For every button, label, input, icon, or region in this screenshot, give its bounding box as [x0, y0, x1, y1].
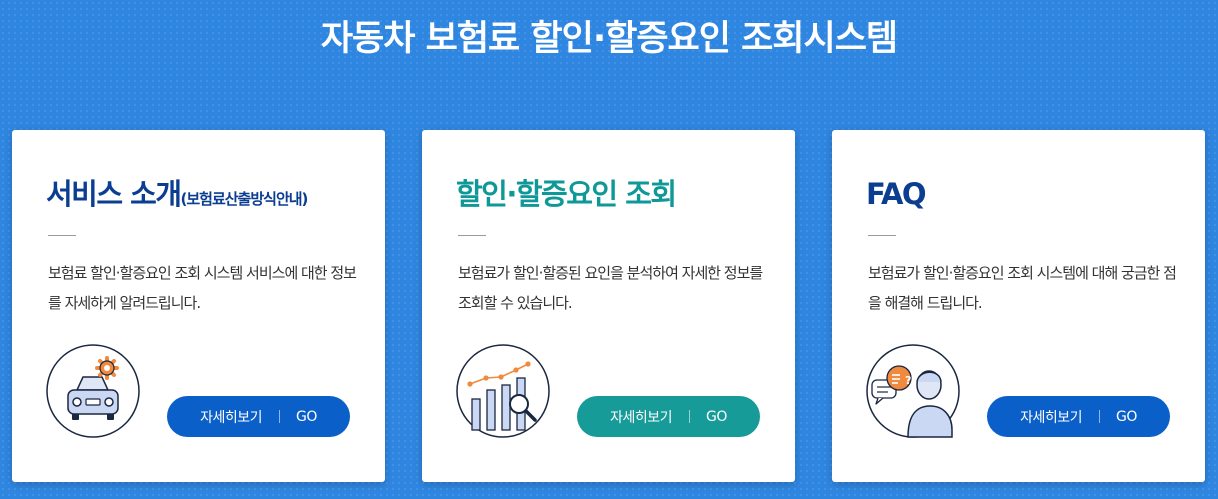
person-question-icon: ? — [866, 344, 960, 438]
faq-title: FAQ — [866, 177, 927, 211]
chart-magnifier-icon — [456, 344, 550, 438]
button-separator — [1099, 410, 1101, 423]
service-intro-card: 서비스 소개(보험료산출방식안내) 보험료 할인·할증요인 조회 시스템 서비스… — [12, 130, 385, 482]
go-label: GO — [706, 408, 727, 425]
factor-lookup-title: 할인·할증요인 조회 — [456, 177, 677, 211]
svg-text:?: ? — [905, 374, 911, 387]
factor-lookup-detail-button[interactable]: 자세히보기 GO — [577, 396, 760, 437]
factor-lookup-description: 보험료가 할인·할증된 요인을 분석하여 자세한 정보를 조회할 수 있습니다. — [458, 264, 763, 312]
faq-description: 보험료가 할인·할증요인 조회 시스템에 대해 궁금한 점을 해결해 드립니다. — [868, 264, 1177, 312]
go-label: GO — [1116, 408, 1137, 425]
service-intro-description: 보험료 할인·할증요인 조회 시스템 서비스에 대한 정보를 자세하게 알려드립… — [48, 264, 357, 312]
button-separator — [279, 410, 281, 423]
card-divider — [868, 235, 896, 236]
detail-button-label: 자세히보기 — [200, 409, 263, 426]
detail-button-label: 자세히보기 — [1020, 409, 1083, 426]
factor-lookup-card: 할인·할증요인 조회 보험료가 할인·할증된 요인을 분석하여 자세한 정보를 … — [422, 130, 795, 482]
service-intro-title-main: 서비스 소개 — [46, 177, 182, 211]
card-divider — [48, 235, 76, 236]
detail-button-label: 자세히보기 — [610, 409, 673, 426]
faq-detail-button[interactable]: 자세히보기 GO — [987, 396, 1170, 437]
page-title: 자동차 보험료 할인·할증요인 조회시스템 — [320, 19, 898, 59]
service-intro-detail-button[interactable]: 자세히보기 GO — [167, 396, 350, 437]
service-intro-title: 서비스 소개(보험료산출방식안내) — [46, 170, 309, 223]
service-intro-title-sub: (보험료산출방식안내) — [180, 190, 309, 208]
car-gear-icon — [46, 344, 140, 438]
go-label: GO — [296, 408, 317, 425]
card-divider — [458, 235, 486, 236]
faq-card: FAQ 보험료가 할인·할증요인 조회 시스템에 대해 궁금한 점을 해결해 드… — [832, 130, 1205, 482]
button-separator — [689, 410, 691, 423]
